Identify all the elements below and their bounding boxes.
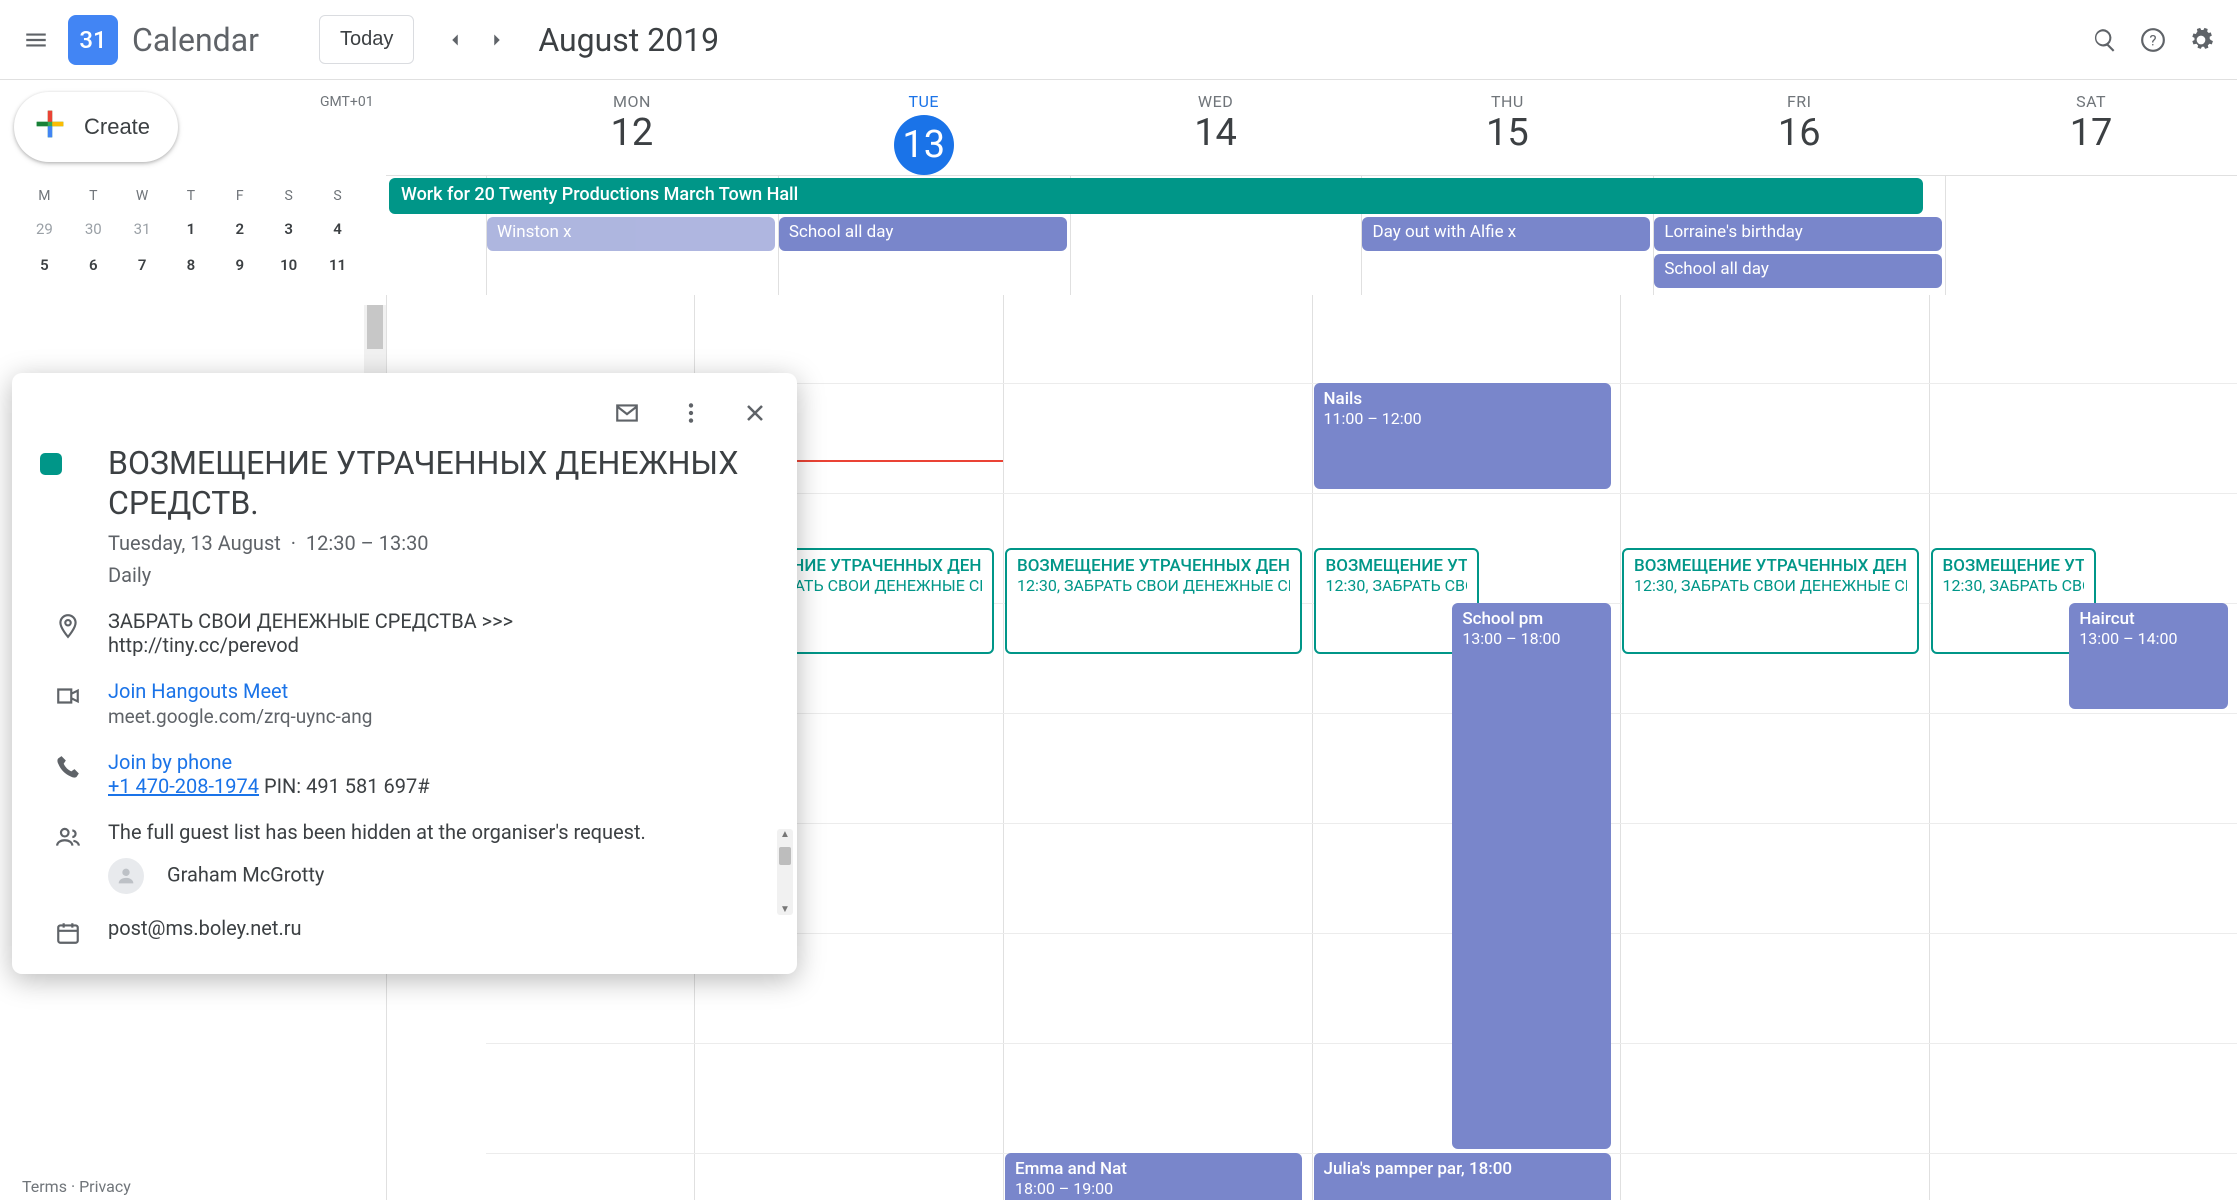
day-column-header[interactable]: FRI 16 <box>1653 80 1945 175</box>
multiday-event[interactable]: Work for 20 Twenty Productions March Tow… <box>389 178 1923 214</box>
create-button[interactable]: Create <box>14 92 178 162</box>
calendar-event[interactable]: Emma and Nat18:00 – 19:00 <box>1005 1153 1302 1200</box>
day-column-header[interactable]: THU 15 <box>1361 80 1653 175</box>
guests-icon <box>40 820 96 850</box>
help-icon[interactable]: ? <box>2129 16 2177 64</box>
calendar-event[interactable]: Julia's pamper par, 18:00 <box>1314 1153 1611 1200</box>
day-header-row: MON 12 TUE 13 WED 14 THU 15 FRI 16 SAT 1… <box>386 80 2237 176</box>
mini-cal-day[interactable]: 31 <box>120 214 165 244</box>
location-icon <box>40 609 96 639</box>
menu-icon[interactable] <box>12 16 60 64</box>
event-datetime: Tuesday, 13 August · 12:30 – 13:30 <box>108 531 775 555</box>
allday-event[interactable]: School all day <box>779 217 1067 251</box>
timezone-label: GMT+01 <box>320 94 374 110</box>
mini-cal-day[interactable]: 3 <box>266 214 311 244</box>
svg-text:?: ? <box>2149 31 2156 49</box>
calendar-event[interactable]: Nails11:00 – 12:00 <box>1314 383 1611 489</box>
event-location[interactable]: ЗАБРАТЬ СВОИ ДЕНЕЖНЫЕ СРЕДСТВА >>> http:… <box>108 609 775 657</box>
mini-cal-day[interactable]: 2 <box>217 214 262 244</box>
options-icon[interactable] <box>671 393 711 433</box>
mini-cal-day[interactable]: 8 <box>169 250 214 280</box>
current-month-year: August 2019 <box>538 21 719 59</box>
mini-cal-day[interactable]: 29 <box>22 214 67 244</box>
mini-cal-day[interactable]: 10 <box>266 250 311 280</box>
day-column-header[interactable]: MON 12 <box>486 80 778 175</box>
allday-event[interactable]: Winston x <box>487 217 775 251</box>
guest-avatar <box>108 858 144 894</box>
event-details-popup: ▲▼ ВОЗМЕЩЕНИЕ УТРАЧЕННЫХ ДЕНЕЖНЫХ СРЕДСТ… <box>12 373 797 974</box>
mini-cal-day[interactable]: 11 <box>315 250 360 280</box>
app-title: Calendar <box>132 21 259 59</box>
calendar-logo: 31 <box>68 15 118 65</box>
event-organizer: post@ms.boley.net.ru <box>108 916 775 940</box>
footer-links[interactable]: Terms · Privacy <box>22 1177 131 1196</box>
event-color-dot <box>40 453 62 475</box>
calendar-event[interactable]: ВОЗМЕЩЕНИЕ УТРАЧЕННЫХ ДЕНЕЖНЫХ СРЕДСТВ.1… <box>1622 548 1919 654</box>
day-column-header[interactable]: SAT 17 <box>1945 80 2237 175</box>
mini-cal-day[interactable]: 4 <box>315 214 360 244</box>
event-meet-link[interactable]: Join Hangouts Meet meet.google.com/zrq-u… <box>108 679 775 728</box>
calendar-event[interactable]: ВОЗМЕЩЕНИЕ УТРАЧЕННЫХ ДЕНЕЖНЫХ СРЕДСТВ.1… <box>1005 548 1302 654</box>
mini-cal-day[interactable]: 9 <box>217 250 262 280</box>
phone-icon <box>40 750 96 780</box>
event-guests: The full guest list has been hidden at t… <box>108 820 775 894</box>
event-title: ВОЗМЕЩЕНИЕ УТРАЧЕННЫХ ДЕНЕЖНЫХ СРЕДСТВ. <box>108 443 775 523</box>
popup-scrollbar[interactable]: ▲▼ <box>777 829 793 915</box>
mini-cal-day[interactable]: 30 <box>71 214 116 244</box>
allday-event[interactable]: Day out with Alfie x <box>1362 217 1650 251</box>
mini-cal-day[interactable]: 6 <box>71 250 116 280</box>
mini-cal-day[interactable]: 7 <box>120 250 165 280</box>
day-column-header[interactable]: WED 14 <box>1070 80 1362 175</box>
today-button[interactable]: Today <box>319 15 414 64</box>
settings-icon[interactable] <box>2177 16 2225 64</box>
close-icon[interactable] <box>735 393 775 433</box>
allday-row: Winston xSchool all dayDay out with Alfi… <box>386 216 2237 295</box>
allday-event[interactable]: Lorraine's birthday <box>1654 217 1942 251</box>
next-week-button[interactable] <box>476 19 518 61</box>
plus-icon <box>30 104 70 150</box>
mini-cal-day[interactable]: 1 <box>169 214 214 244</box>
search-icon[interactable] <box>2081 16 2129 64</box>
calendar-event[interactable]: School pm13:00 – 18:00 <box>1452 603 1610 1149</box>
calendar-event[interactable]: Haircut13:00 – 14:00 <box>2069 603 2227 709</box>
event-recurrence: Daily <box>108 563 775 587</box>
guest-name: Graham McGrotty <box>167 862 324 886</box>
email-icon[interactable] <box>607 393 647 433</box>
app-header: 31 Calendar Today August 2019 ? <box>0 0 2237 80</box>
mini-cal-day[interactable]: 5 <box>22 250 67 280</box>
prev-week-button[interactable] <box>434 19 476 61</box>
create-label: Create <box>84 114 150 140</box>
event-phone[interactable]: Join by phone +1 470-208-1974 PIN: 491 5… <box>108 750 775 798</box>
day-column-header[interactable]: TUE 13 <box>778 80 1070 175</box>
video-icon <box>40 679 96 709</box>
mini-calendar[interactable]: MTWTFSS2930311234567891011 <box>10 182 386 286</box>
calendar-icon <box>40 916 96 946</box>
allday-event[interactable]: School all day <box>1654 254 1942 288</box>
